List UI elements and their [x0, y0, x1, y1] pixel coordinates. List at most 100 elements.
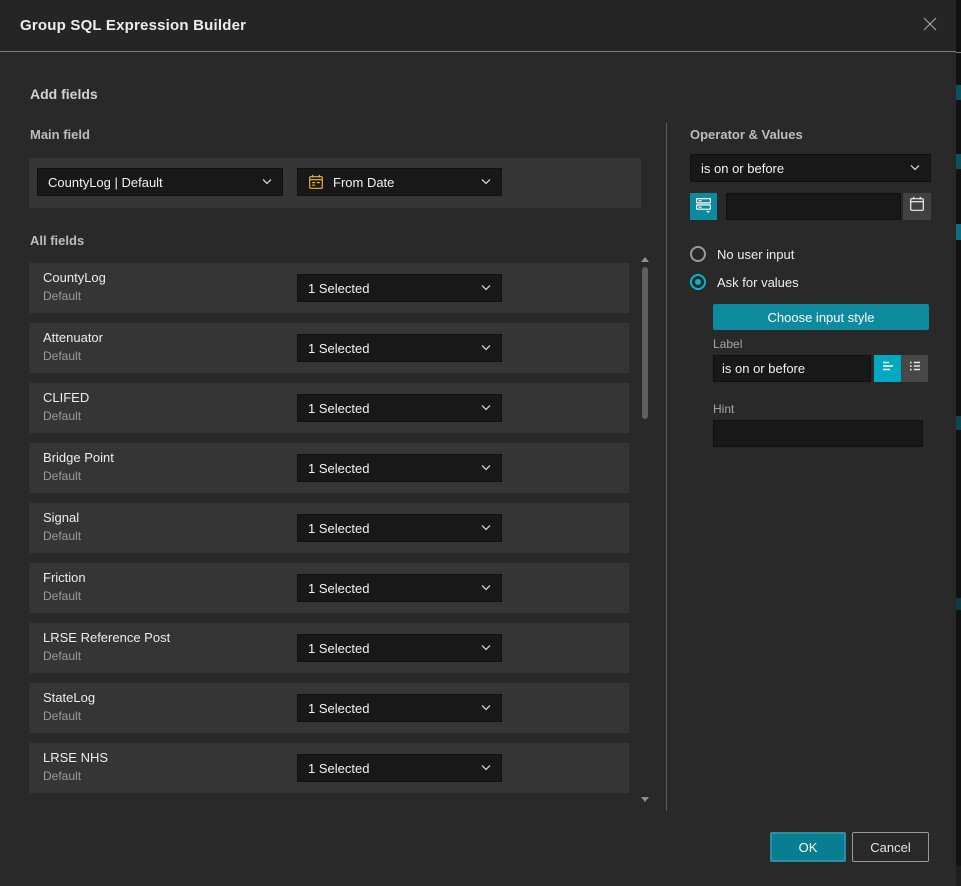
- cancel-button[interactable]: Cancel: [852, 832, 929, 862]
- field-sublabel: Default: [43, 289, 81, 303]
- field-selected-dropdown[interactable]: 1 Selected: [297, 454, 502, 482]
- field-name: CountyLog: [43, 270, 106, 285]
- main-layer-select-value: CountyLog | Default: [48, 175, 254, 190]
- field-selected-dropdown[interactable]: 1 Selected: [297, 334, 502, 362]
- field-sublabel: Default: [43, 349, 81, 363]
- field-selected-value: 1 Selected: [308, 581, 473, 596]
- panel-divider: [666, 123, 667, 811]
- main-layer-select[interactable]: CountyLog | Default: [37, 168, 283, 196]
- field-name: CLIFED: [43, 390, 89, 405]
- date-picker-button[interactable]: [903, 193, 931, 220]
- radio-unselected-icon: [690, 246, 706, 262]
- chevron-down-icon: [481, 405, 491, 411]
- align-left-icon: [880, 358, 896, 379]
- field-sublabel: Default: [43, 529, 81, 543]
- field-row: CLIFED Default 1 Selected: [29, 383, 629, 433]
- scroll-up-icon[interactable]: [641, 257, 649, 262]
- all-fields-list: CountyLog Default 1 Selected Attenuator …: [29, 263, 629, 803]
- field-sublabel: Default: [43, 769, 81, 783]
- add-fields-heading: Add fields: [30, 86, 98, 102]
- chevron-down-icon: [481, 285, 491, 291]
- close-icon: [921, 15, 939, 38]
- scrollbar-thumb[interactable]: [642, 267, 648, 419]
- field-selected-value: 1 Selected: [308, 641, 473, 656]
- field-selected-dropdown[interactable]: 1 Selected: [297, 754, 502, 782]
- field-name: Signal: [43, 510, 79, 525]
- field-sublabel: Default: [43, 469, 81, 483]
- group-sql-expression-builder-dialog: Group SQL Expression Builder Add fields …: [0, 0, 961, 886]
- field-row: Signal Default 1 Selected: [29, 503, 629, 553]
- operator-select-value: is on or before: [701, 161, 902, 176]
- field-sublabel: Default: [43, 649, 81, 663]
- field-selected-dropdown[interactable]: 1 Selected: [297, 574, 502, 602]
- field-name: Friction: [43, 570, 86, 585]
- field-row: StateLog Default 1 Selected: [29, 683, 629, 733]
- field-sublabel: Default: [43, 709, 81, 723]
- scroll-down-icon[interactable]: [641, 797, 649, 802]
- field-selected-dropdown[interactable]: 1 Selected: [297, 514, 502, 542]
- input-style-single-button[interactable]: [874, 355, 901, 382]
- unique-values-icon: [695, 196, 712, 218]
- chevron-down-icon: [481, 705, 491, 711]
- chevron-down-icon: [481, 345, 491, 351]
- field-selected-dropdown[interactable]: 1 Selected: [297, 394, 502, 422]
- field-name: LRSE NHS: [43, 750, 108, 765]
- operator-select[interactable]: is on or before: [690, 154, 931, 182]
- list-scrollbar[interactable]: [640, 257, 650, 802]
- all-fields-heading: All fields: [30, 233, 84, 248]
- hint-input[interactable]: [713, 420, 923, 447]
- field-row: Friction Default 1 Selected: [29, 563, 629, 613]
- dialog-title: Group SQL Expression Builder: [20, 0, 246, 52]
- radio-selected-icon: [690, 274, 706, 290]
- hint-caption: Hint: [713, 402, 734, 416]
- chevron-down-icon: [481, 179, 491, 185]
- chevron-down-icon: [481, 525, 491, 531]
- main-field-select[interactable]: From Date: [297, 168, 502, 196]
- field-row: Attenuator Default 1 Selected: [29, 323, 629, 373]
- chevron-down-icon: [481, 585, 491, 591]
- field-selected-value: 1 Selected: [308, 461, 473, 476]
- field-name: Attenuator: [43, 330, 103, 345]
- bullet-list-icon: [907, 358, 923, 379]
- field-selected-value: 1 Selected: [308, 341, 473, 356]
- field-name: LRSE Reference Post: [43, 630, 170, 645]
- field-name: Bridge Point: [43, 450, 114, 465]
- unique-values-button[interactable]: [690, 193, 717, 220]
- label-caption: Label: [713, 337, 742, 351]
- field-selected-value: 1 Selected: [308, 761, 473, 776]
- field-sublabel: Default: [43, 409, 81, 423]
- field-selected-value: 1 Selected: [308, 701, 473, 716]
- field-selected-value: 1 Selected: [308, 521, 473, 536]
- background-app-sliver: [956, 0, 961, 886]
- main-field-heading: Main field: [30, 127, 90, 142]
- field-row: LRSE NHS Default 1 Selected: [29, 743, 629, 793]
- operator-values-heading: Operator & Values: [690, 127, 803, 142]
- value-input[interactable]: [726, 193, 901, 220]
- calendar-icon: [308, 174, 324, 190]
- field-row: CountyLog Default 1 Selected: [29, 263, 629, 313]
- close-button[interactable]: [918, 14, 942, 38]
- field-row: Bridge Point Default 1 Selected: [29, 443, 629, 493]
- field-selected-dropdown[interactable]: 1 Selected: [297, 274, 502, 302]
- chevron-down-icon: [262, 179, 272, 185]
- label-input[interactable]: [713, 355, 871, 382]
- radio-ask-for-values-label: Ask for values: [717, 275, 799, 290]
- dialog-titlebar: Group SQL Expression Builder: [0, 0, 956, 52]
- radio-no-user-input[interactable]: No user input: [690, 246, 794, 262]
- chevron-down-icon: [910, 165, 920, 171]
- chevron-down-icon: [481, 765, 491, 771]
- field-row: LRSE Reference Post Default 1 Selected: [29, 623, 629, 673]
- input-style-list-button[interactable]: [901, 355, 928, 382]
- field-selected-value: 1 Selected: [308, 281, 473, 296]
- field-selected-dropdown[interactable]: 1 Selected: [297, 694, 502, 722]
- field-selected-dropdown[interactable]: 1 Selected: [297, 634, 502, 662]
- chevron-down-icon: [481, 645, 491, 651]
- radio-ask-for-values[interactable]: Ask for values: [690, 274, 799, 290]
- choose-input-style-button[interactable]: Choose input style: [713, 304, 929, 330]
- field-selected-value: 1 Selected: [308, 401, 473, 416]
- ok-button[interactable]: OK: [770, 832, 846, 862]
- field-sublabel: Default: [43, 589, 81, 603]
- main-field-panel: CountyLog | Default From Date: [29, 158, 641, 208]
- radio-no-user-input-label: No user input: [717, 247, 794, 262]
- calendar-icon: [909, 196, 925, 217]
